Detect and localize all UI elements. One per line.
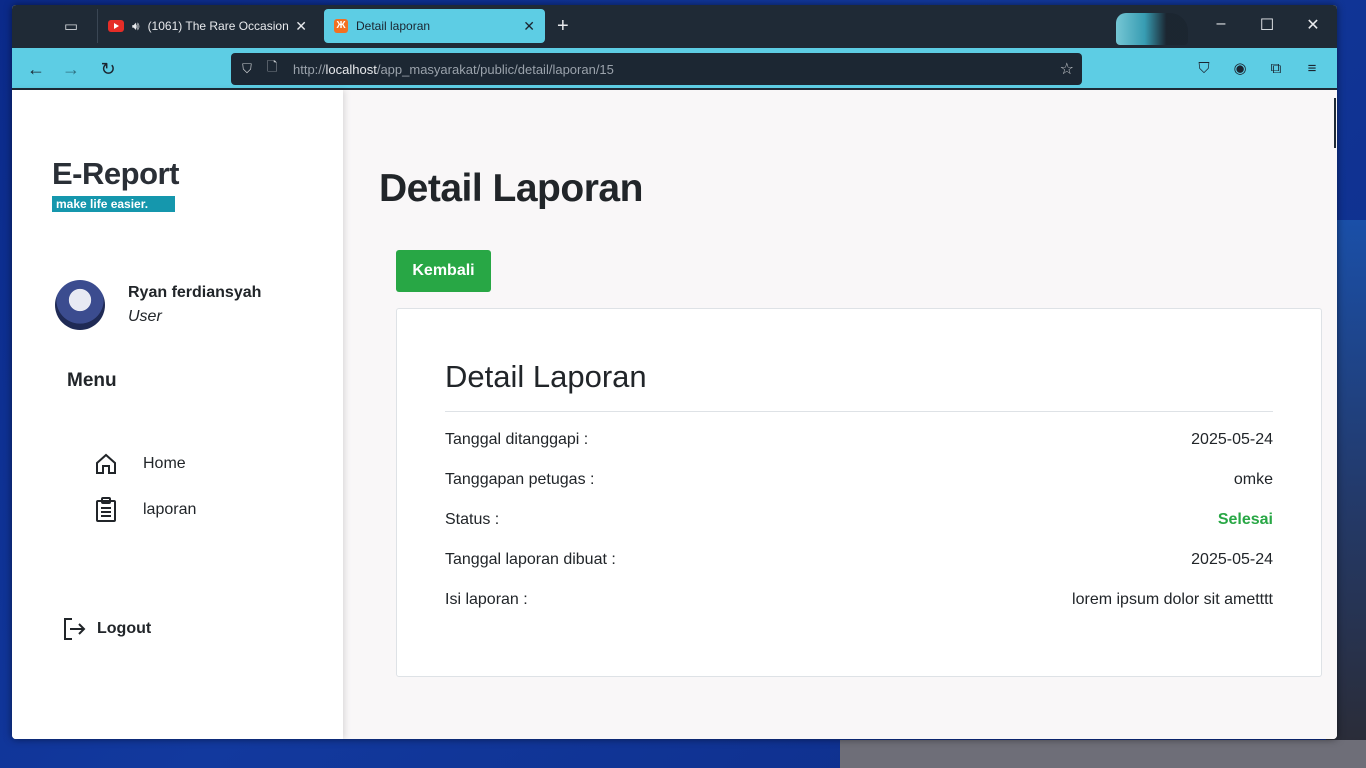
detail-row-tanggapan-petugas: Tanggapan petugas : omke [445,471,1273,489]
shield-icon[interactable]: ⛉ [239,61,255,77]
divider [445,411,1273,412]
brand-tagline: make life easier. [52,196,175,212]
pocket-icon[interactable]: ⛉ [1193,58,1215,80]
star-icon[interactable]: ☆ [1060,59,1074,79]
menu-title: Menu [67,370,117,391]
youtube-icon [108,20,124,32]
user-role: User [128,308,162,325]
scrollbar-thumb[interactable] [1334,98,1336,148]
user-name: Ryan ferdiansyah [128,284,262,301]
xampp-icon: Ж [334,19,348,33]
forward-icon[interactable]: → [59,58,83,80]
desktop-wallpaper-bottom [840,740,1366,768]
url-host: localhost [325,61,377,77]
row-value: lorem ipsum dolor sit ametttt [1072,591,1273,608]
audio-icon[interactable]: 🔊︎ [132,19,140,34]
card-title: Detail Laporan [445,359,647,394]
nav-toolbar: ← → ↻ ⛉ 🗋︎ http://localhost/app_masyarak… [12,48,1337,90]
sidebar: E-Report make life easier. Ryan ferdians… [12,90,343,739]
row-label: Tanggal laporan dibuat : [445,551,616,568]
row-value: omke [1233,471,1273,488]
tab-title: Detail laporan [356,19,431,33]
menu-icon[interactable]: ≡ [1301,58,1323,80]
browser-window: ▭ 🔊︎ (1061) The Rare Occasions | ✕ Ж Det… [12,5,1337,739]
clipboard-icon [92,496,120,524]
home-icon [92,450,120,478]
url-bar[interactable]: ⛉ 🗋︎ http://localhost/app_masyarakat/pub… [231,53,1082,85]
tab-list-icon[interactable]: ▭ [60,16,82,38]
status-badge: Selesai [1217,511,1273,528]
new-tab-icon[interactable]: + [557,15,569,37]
theme-mascot-image [1116,13,1188,45]
maximize-icon[interactable]: ☐ [1252,15,1282,35]
avatar [55,280,105,330]
logout-button[interactable]: Logout [60,615,151,643]
detail-row-tanggal-dibuat: Tanggal laporan dibuat : 2025-05-24 [445,551,1273,569]
tab-youtube[interactable]: 🔊︎ (1061) The Rare Occasions | ✕ [97,9,317,43]
tab-strip: ▭ 🔊︎ (1061) The Rare Occasions | ✕ Ж Det… [12,5,1337,48]
detail-row-tanggal-ditanggapi: Tanggal ditanggapi : 2025-05-24 [445,431,1273,449]
detail-card: Detail Laporan Tanggal ditanggapi : 2025… [396,308,1322,677]
page-icon[interactable]: 🗋︎ [267,58,281,80]
row-value: 2025-05-24 [1191,431,1273,448]
url-text[interactable]: http://localhost/app_masyarakat/public/d… [293,62,614,77]
back-icon[interactable]: ← [24,58,48,80]
logout-label: Logout [97,620,152,637]
row-value: 2025-05-24 [1191,551,1273,568]
row-label: Isi laporan : [445,591,528,608]
sidebar-item-label: Home [143,455,186,472]
close-tab-icon[interactable]: ✕ [295,18,307,35]
row-label: Tanggapan petugas : [445,471,595,488]
minimize-icon[interactable]: – [1206,15,1236,33]
sidebar-item-home[interactable]: Home [92,450,186,478]
brand-title: E-Report [52,156,179,191]
detail-row-status: Status : Selesai [445,511,1273,529]
sidebar-item-label: laporan [143,501,197,518]
tab-detail-laporan[interactable]: Ж Detail laporan ✕ [324,9,545,43]
reload-icon[interactable]: ↻ [96,58,120,80]
row-label: Tanggal ditanggapi : [445,431,589,448]
account-icon[interactable]: ◉ [1229,58,1251,80]
close-icon[interactable]: ✕ [1298,15,1328,35]
url-path: /app_masyarakat/public/detail/laporan/15 [376,61,614,77]
page-title: Detail Laporan [379,167,643,210]
close-tab-icon[interactable]: ✕ [523,18,535,35]
url-prefix: http:// [293,61,326,77]
sidebar-item-laporan[interactable]: laporan [92,496,196,524]
row-label: Status : [445,511,500,528]
page-content: E-Report make life easier. Ryan ferdians… [12,90,1337,739]
back-button[interactable]: Kembali [396,250,491,292]
extensions-icon[interactable]: ⧉ [1265,58,1287,80]
scrollbar[interactable] [1333,90,1337,739]
logout-icon [60,615,88,643]
detail-row-isi-laporan: Isi laporan : lorem ipsum dolor sit amet… [445,591,1273,609]
tab-title: (1061) The Rare Occasions | [147,19,290,33]
